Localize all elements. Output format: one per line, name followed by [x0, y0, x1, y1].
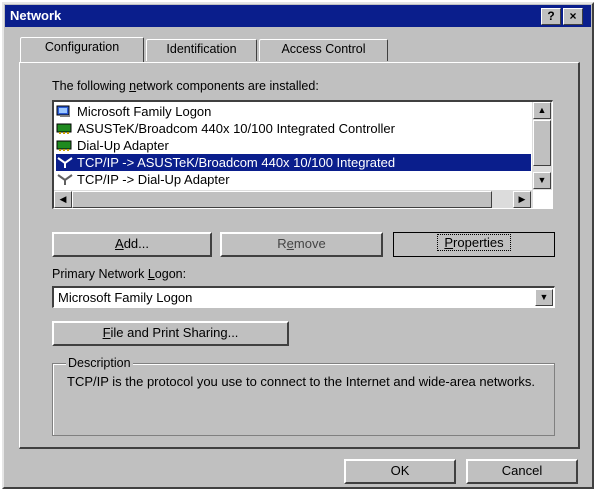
scroll-down-icon[interactable]: ▼ [533, 172, 551, 189]
tab-configuration[interactable]: Configuration [20, 37, 144, 62]
tab-configuration-label: Configuration [44, 40, 120, 54]
tab-access-control[interactable]: Access Control [259, 39, 388, 61]
scroll-up-icon[interactable]: ▲ [533, 102, 551, 119]
properties-button[interactable]: Properties [393, 232, 555, 257]
tab-identification[interactable]: Identification [146, 39, 257, 61]
primary-logon-select[interactable]: Microsoft Family Logon ▼ [52, 286, 555, 308]
description-group: Description TCP/IP is the protocol you u… [52, 356, 555, 436]
primary-logon-value: Microsoft Family Logon [58, 290, 193, 305]
scroll-left-icon[interactable]: ◀ [54, 191, 72, 208]
components-listbox[interactable]: Microsoft Family Logon ASUSTeK/Broadcom … [52, 100, 553, 209]
horizontal-scroll-thumb[interactable] [72, 191, 492, 208]
title-bar[interactable]: Network ? × [5, 5, 591, 27]
list-item[interactable]: Dial-Up Adapter [56, 137, 531, 154]
remove-button[interactable]: Remove [220, 232, 383, 257]
list-item-selected[interactable]: TCP/IP -> ASUSTeK/Broadcom 440x 10/100 I… [56, 154, 531, 171]
client-icon [56, 105, 70, 117]
description-legend: Description [66, 356, 133, 370]
protocol-icon [57, 174, 73, 185]
ok-button[interactable]: OK [344, 459, 456, 484]
primary-logon-label: Primary Network Logon: [52, 267, 187, 281]
close-button[interactable]: × [563, 8, 583, 25]
help-button[interactable]: ? [541, 8, 561, 25]
list-item[interactable]: ASUSTeK/Broadcom 440x 10/100 Integrated … [56, 120, 531, 137]
components-label: The following network components are ins… [52, 79, 319, 93]
network-adapter-icon [56, 140, 72, 151]
network-adapter-icon [56, 123, 72, 134]
window-title: Network [10, 8, 62, 23]
cancel-button[interactable]: Cancel [466, 459, 578, 484]
list-item[interactable]: TCP/IP -> Dial-Up Adapter [56, 171, 531, 188]
horizontal-scrollbar[interactable]: ◀ ▶ [54, 190, 533, 208]
tab-identification-label: Identification [166, 42, 237, 56]
scroll-right-icon[interactable]: ▶ [513, 191, 531, 208]
description-text: TCP/IP is the protocol you use to connec… [67, 374, 536, 389]
network-dialog: Network ? × Configuration Identification… [2, 2, 594, 489]
list-item[interactable]: Microsoft Family Logon [56, 103, 531, 120]
add-button[interactable]: Add... [52, 232, 212, 257]
vertical-scrollbar[interactable]: ▲ ▼ [532, 102, 552, 190]
tab-access-control-label: Access Control [281, 42, 366, 56]
protocol-icon [57, 157, 73, 168]
file-print-sharing-button[interactable]: File and Print Sharing... [52, 321, 289, 346]
vertical-scroll-thumb[interactable] [533, 120, 551, 166]
chevron-down-icon[interactable]: ▼ [535, 289, 553, 306]
